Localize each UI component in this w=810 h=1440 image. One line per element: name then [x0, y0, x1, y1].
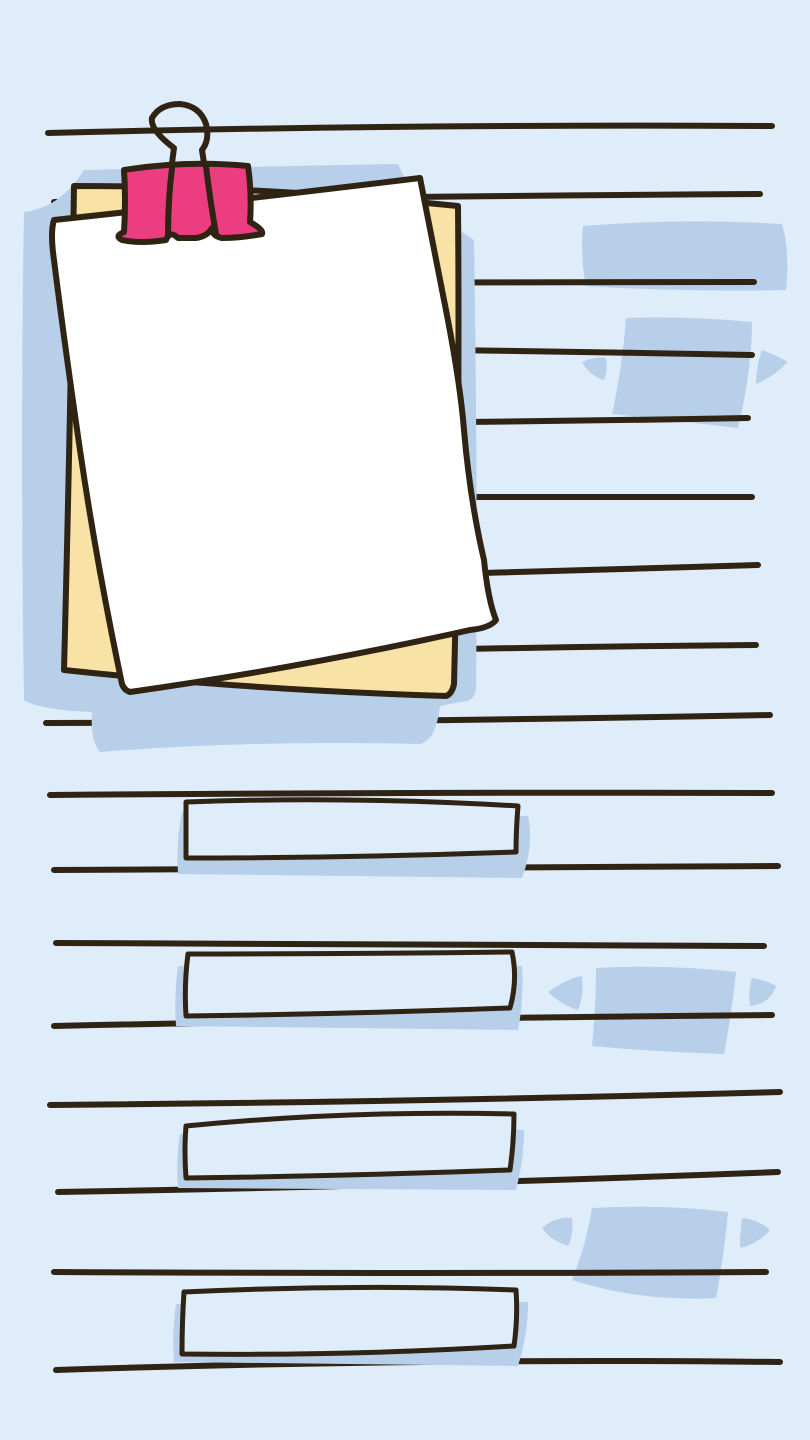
shadow-blob	[612, 317, 752, 428]
ruled-line	[53, 940, 767, 949]
ruled-line	[51, 1269, 769, 1276]
clip-body	[115, 160, 266, 245]
illustration-canvas	[0, 0, 810, 1440]
empty-bar	[182, 949, 518, 1019]
shadow-blob	[572, 1206, 728, 1299]
front-note	[49, 175, 499, 695]
shadow-blob	[592, 966, 736, 1054]
empty-bar	[179, 1284, 520, 1357]
empty-bar	[182, 1110, 517, 1181]
notepad-illustration	[0, 0, 810, 1440]
ruled-line	[47, 789, 775, 798]
empty-bar	[183, 797, 521, 861]
